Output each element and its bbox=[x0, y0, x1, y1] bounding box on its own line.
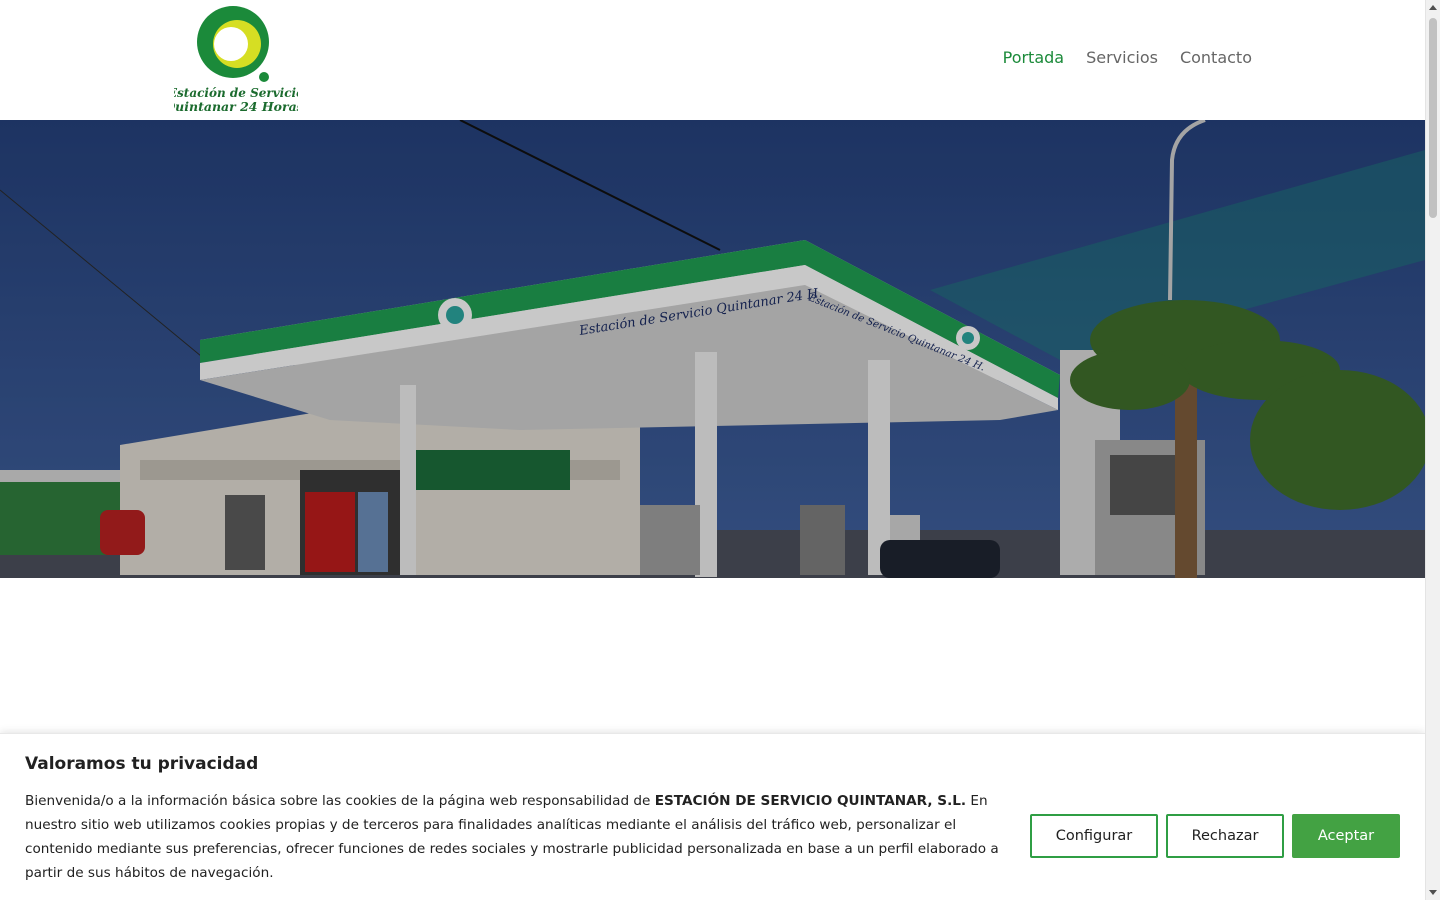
logo-line1: Estación de Servicio bbox=[174, 86, 298, 100]
reject-button[interactable]: Rechazar bbox=[1166, 814, 1284, 858]
scroll-up-icon[interactable] bbox=[1429, 5, 1437, 10]
cookie-description: Bienvenida/o a la información básica sob… bbox=[25, 789, 1015, 885]
cookie-banner: Valoramos tu privacidad Bienvenida/o a l… bbox=[0, 733, 1425, 900]
main-nav: Portada Servicios Contacto bbox=[1003, 48, 1252, 67]
nav-portada[interactable]: Portada bbox=[1003, 48, 1064, 67]
accept-button[interactable]: Aceptar bbox=[1292, 814, 1400, 858]
site-header: Estación de Servicio Quintanar 24 Horas … bbox=[0, 0, 1425, 120]
cookie-title: Valoramos tu privacidad bbox=[25, 754, 259, 774]
configure-button[interactable]: Configurar bbox=[1030, 814, 1158, 858]
logo-line2: Quintanar 24 Horas bbox=[174, 99, 298, 114]
site-logo[interactable]: Estación de Servicio Quintanar 24 Horas bbox=[174, 4, 298, 116]
nav-servicios[interactable]: Servicios bbox=[1086, 48, 1158, 67]
scroll-down-icon[interactable] bbox=[1429, 890, 1437, 895]
scrollbar-thumb[interactable] bbox=[1429, 18, 1437, 218]
cookie-company-name: ESTACIÓN DE SERVICIO QUINTANAR, S.L. bbox=[654, 793, 967, 809]
hero-image: Estación de Servicio Quintanar 24 H. Est… bbox=[0, 120, 1425, 578]
page-scrollbar[interactable] bbox=[1425, 0, 1440, 900]
nav-contacto[interactable]: Contacto bbox=[1180, 48, 1252, 67]
cookie-text-intro: Bienvenida/o a la información básica sob… bbox=[25, 793, 655, 809]
